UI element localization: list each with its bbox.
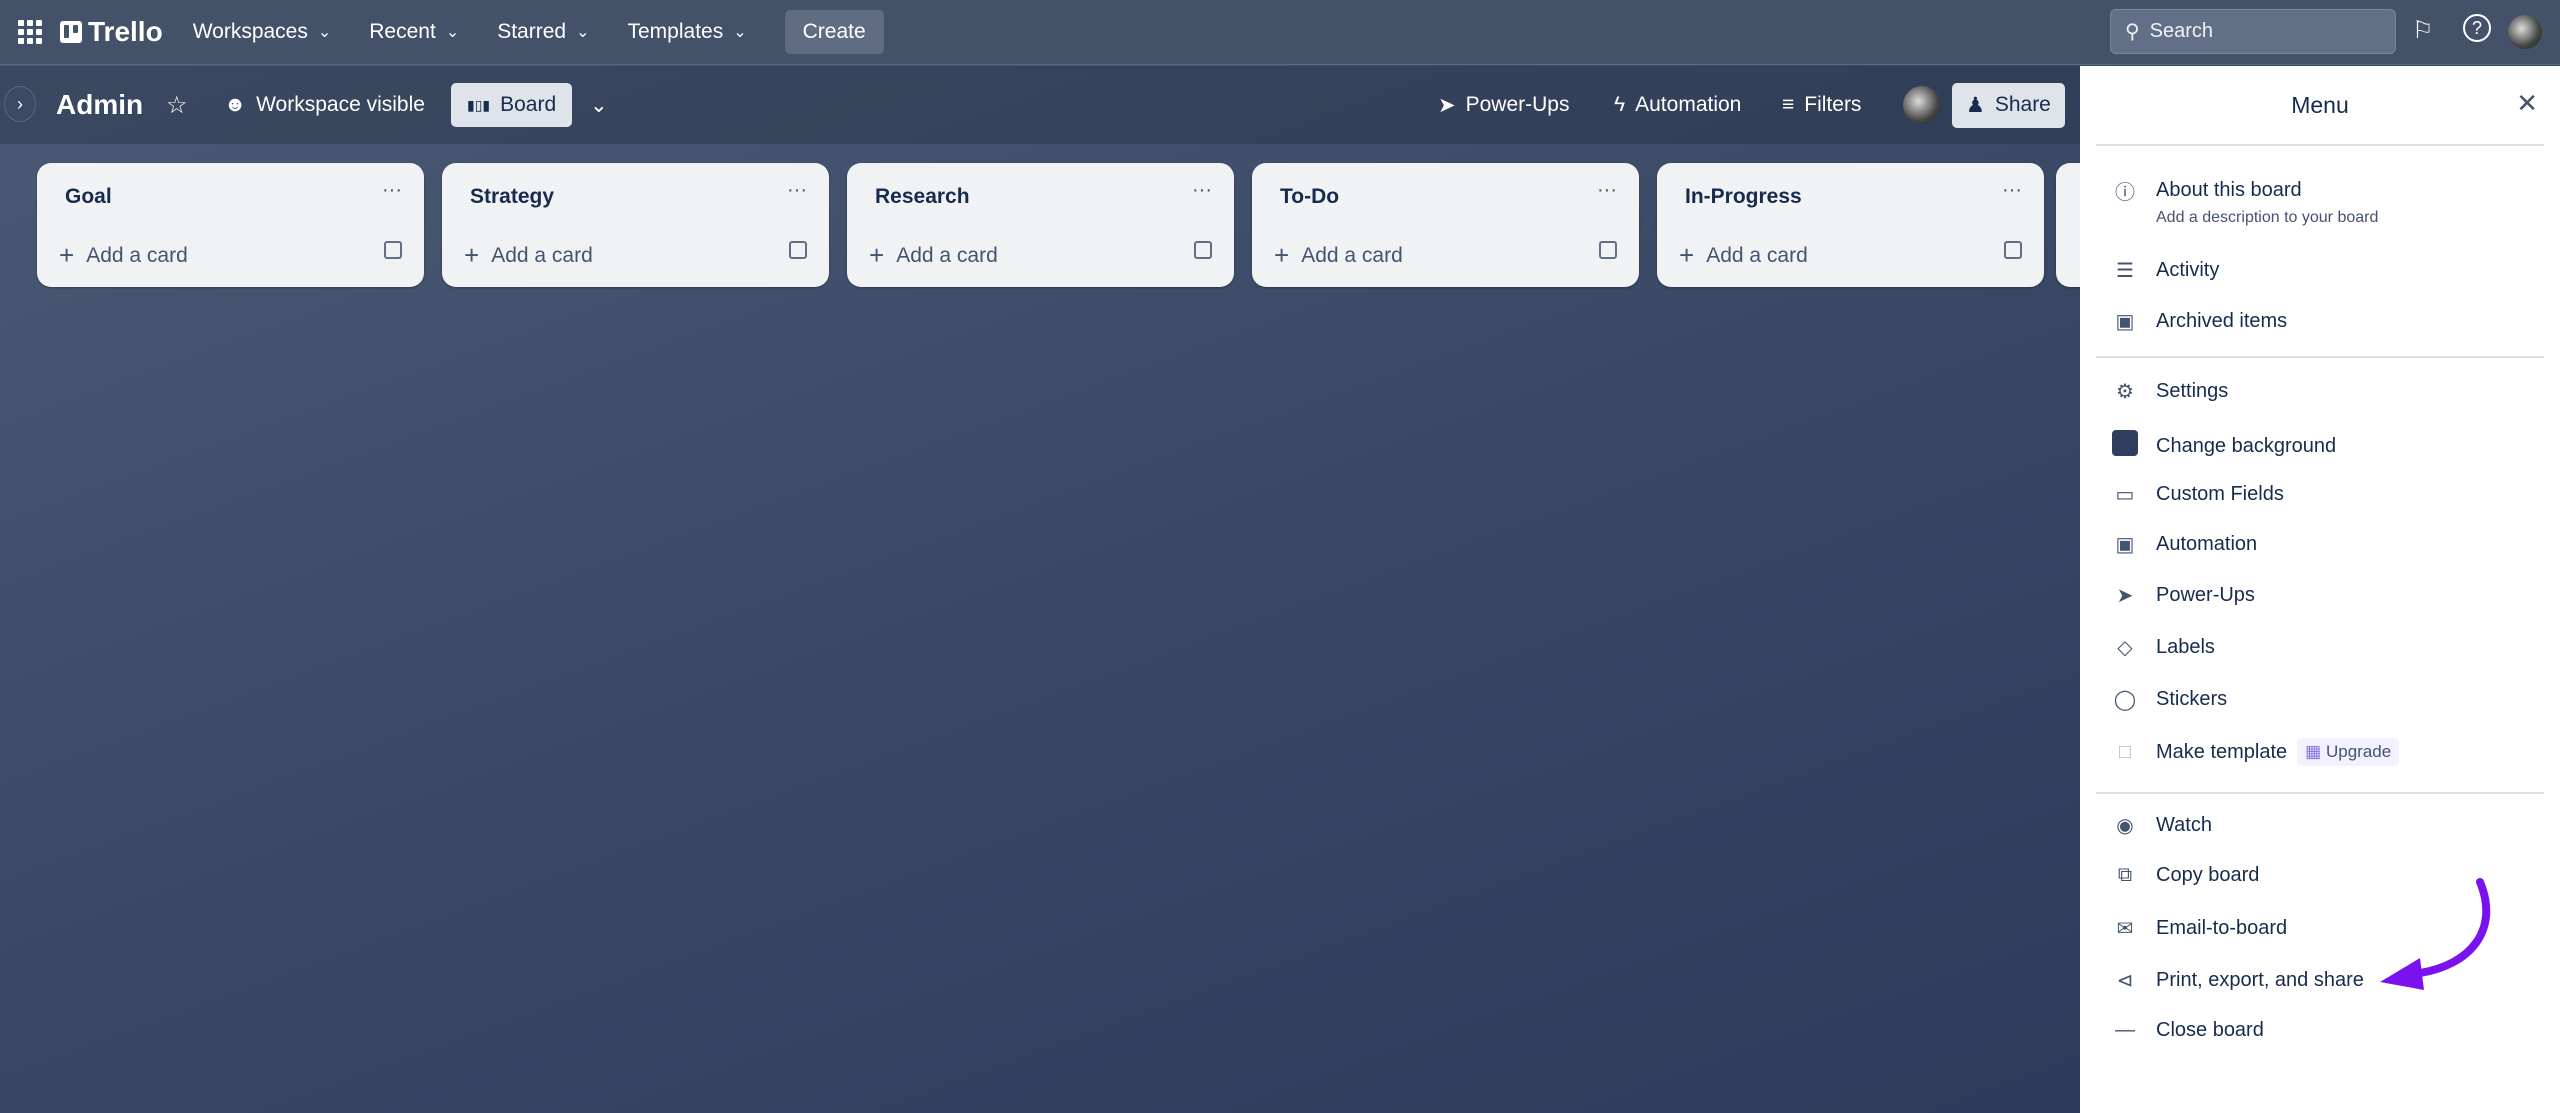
annotation-arrow: [2380, 878, 2491, 990]
